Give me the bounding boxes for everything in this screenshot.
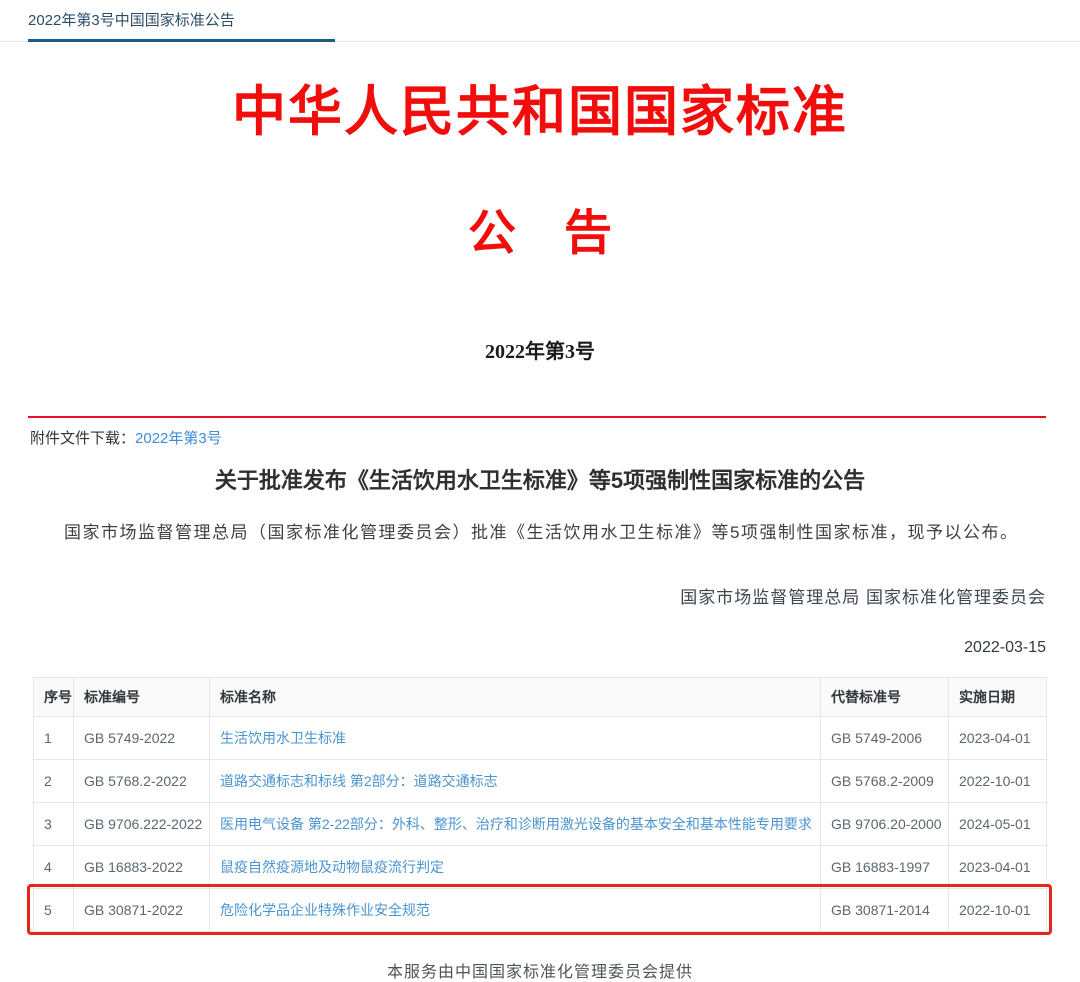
cell-no: 3	[34, 802, 74, 845]
tab-announcement[interactable]: 2022年第3号中国国家标准公告	[28, 9, 335, 42]
cell-name: 鼠疫自然疫源地及动物鼠疫流行判定	[210, 845, 821, 888]
table-row: 2 GB 5768.2-2022 道路交通标志和标线 第2部分：道路交通标志 G…	[34, 759, 1047, 802]
standards-table: 序号 标准编号 标准名称 代替标准号 实施日期 1 GB 5749-2022 生…	[33, 677, 1047, 932]
cell-name: 医用电气设备 第2-22部分：外科、整形、治疗和诊断用激光设备的基本安全和基本性…	[210, 802, 821, 845]
table-row: 1 GB 5749-2022 生活饮用水卫生标准 GB 5749-2006 20…	[34, 716, 1047, 759]
cell-name: 生活饮用水卫生标准	[210, 716, 821, 759]
announcement-subtitle: 公 告	[0, 193, 1080, 263]
cell-effective: 2022-10-01	[949, 888, 1047, 931]
cell-effective: 2023-04-01	[949, 716, 1047, 759]
cell-code: GB 5768.2-2022	[74, 759, 210, 802]
standard-name-link[interactable]: 生活饮用水卫生标准	[220, 730, 346, 746]
table-header-row: 序号 标准编号 标准名称 代替标准号 实施日期	[34, 677, 1047, 716]
cell-replaces: GB 5749-2006	[821, 716, 949, 759]
col-header-code: 标准编号	[74, 677, 210, 716]
col-header-effective: 实施日期	[949, 677, 1047, 716]
announcement-body: 国家市场监督管理总局（国家标准化管理委员会）批准《生活饮用水卫生标准》等5项强制…	[30, 521, 1048, 546]
attachment-row: 附件文件下载：2022年第3号	[30, 427, 1080, 448]
cell-code: GB 5749-2022	[74, 716, 210, 759]
cell-code: GB 16883-2022	[74, 845, 210, 888]
cell-effective: 2022-10-01	[949, 759, 1047, 802]
attachment-label: 附件文件下载：	[30, 430, 135, 447]
tab-bar: 2022年第3号中国国家标准公告	[0, 0, 1080, 42]
standard-name-link[interactable]: 道路交通标志和标线 第2部分：道路交通标志	[220, 773, 498, 789]
cell-no: 2	[34, 759, 74, 802]
col-header-no: 序号	[34, 677, 74, 716]
cell-code: GB 30871-2022	[74, 888, 210, 931]
cell-name: 危险化学品企业特殊作业安全规范	[210, 888, 821, 931]
red-divider	[28, 416, 1046, 418]
attachment-link[interactable]: 2022年第3号	[135, 430, 222, 447]
cell-effective: 2024-05-01	[949, 802, 1047, 845]
standards-table-wrapper: 序号 标准编号 标准名称 代替标准号 实施日期 1 GB 5749-2022 生…	[33, 677, 1046, 932]
table-row: 3 GB 9706.222-2022 医用电气设备 第2-22部分：外科、整形、…	[34, 802, 1047, 845]
issue-number: 2022年第3号	[0, 335, 1080, 364]
table-row: 4 GB 16883-2022 鼠疫自然疫源地及动物鼠疫流行判定 GB 1688…	[34, 845, 1047, 888]
issuer-line: 国家市场监督管理总局 国家标准化管理委员会	[0, 583, 1046, 608]
cell-name: 道路交通标志和标线 第2部分：道路交通标志	[210, 759, 821, 802]
cell-no: 4	[34, 845, 74, 888]
announcement-heading: 关于批准发布《生活饮用水卫生标准》等5项强制性国家标准的公告	[0, 463, 1080, 495]
cell-replaces: GB 5768.2-2009	[821, 759, 949, 802]
standard-name-link[interactable]: 危险化学品企业特殊作业安全规范	[220, 902, 430, 918]
cell-code: GB 9706.222-2022	[74, 802, 210, 845]
footer-text: 本服务由中国国家标准化管理委员会提供	[0, 958, 1080, 982]
page-title: 中华人民共和国国家标准	[0, 67, 1080, 146]
cell-replaces: GB 9706.20-2000	[821, 802, 949, 845]
cell-effective: 2023-04-01	[949, 845, 1047, 888]
cell-replaces: GB 30871-2014	[821, 888, 949, 931]
standard-name-link[interactable]: 鼠疫自然疫源地及动物鼠疫流行判定	[220, 859, 444, 875]
cell-no: 5	[34, 888, 74, 931]
publish-date: 2022-03-15	[0, 639, 1046, 657]
table-row: 5 GB 30871-2022 危险化学品企业特殊作业安全规范 GB 30871…	[34, 888, 1047, 931]
col-header-name: 标准名称	[210, 677, 821, 716]
standard-name-link[interactable]: 医用电气设备 第2-22部分：外科、整形、治疗和诊断用激光设备的基本安全和基本性…	[220, 816, 812, 832]
col-header-replaces: 代替标准号	[821, 677, 949, 716]
cell-no: 1	[34, 716, 74, 759]
cell-replaces: GB 16883-1997	[821, 845, 949, 888]
